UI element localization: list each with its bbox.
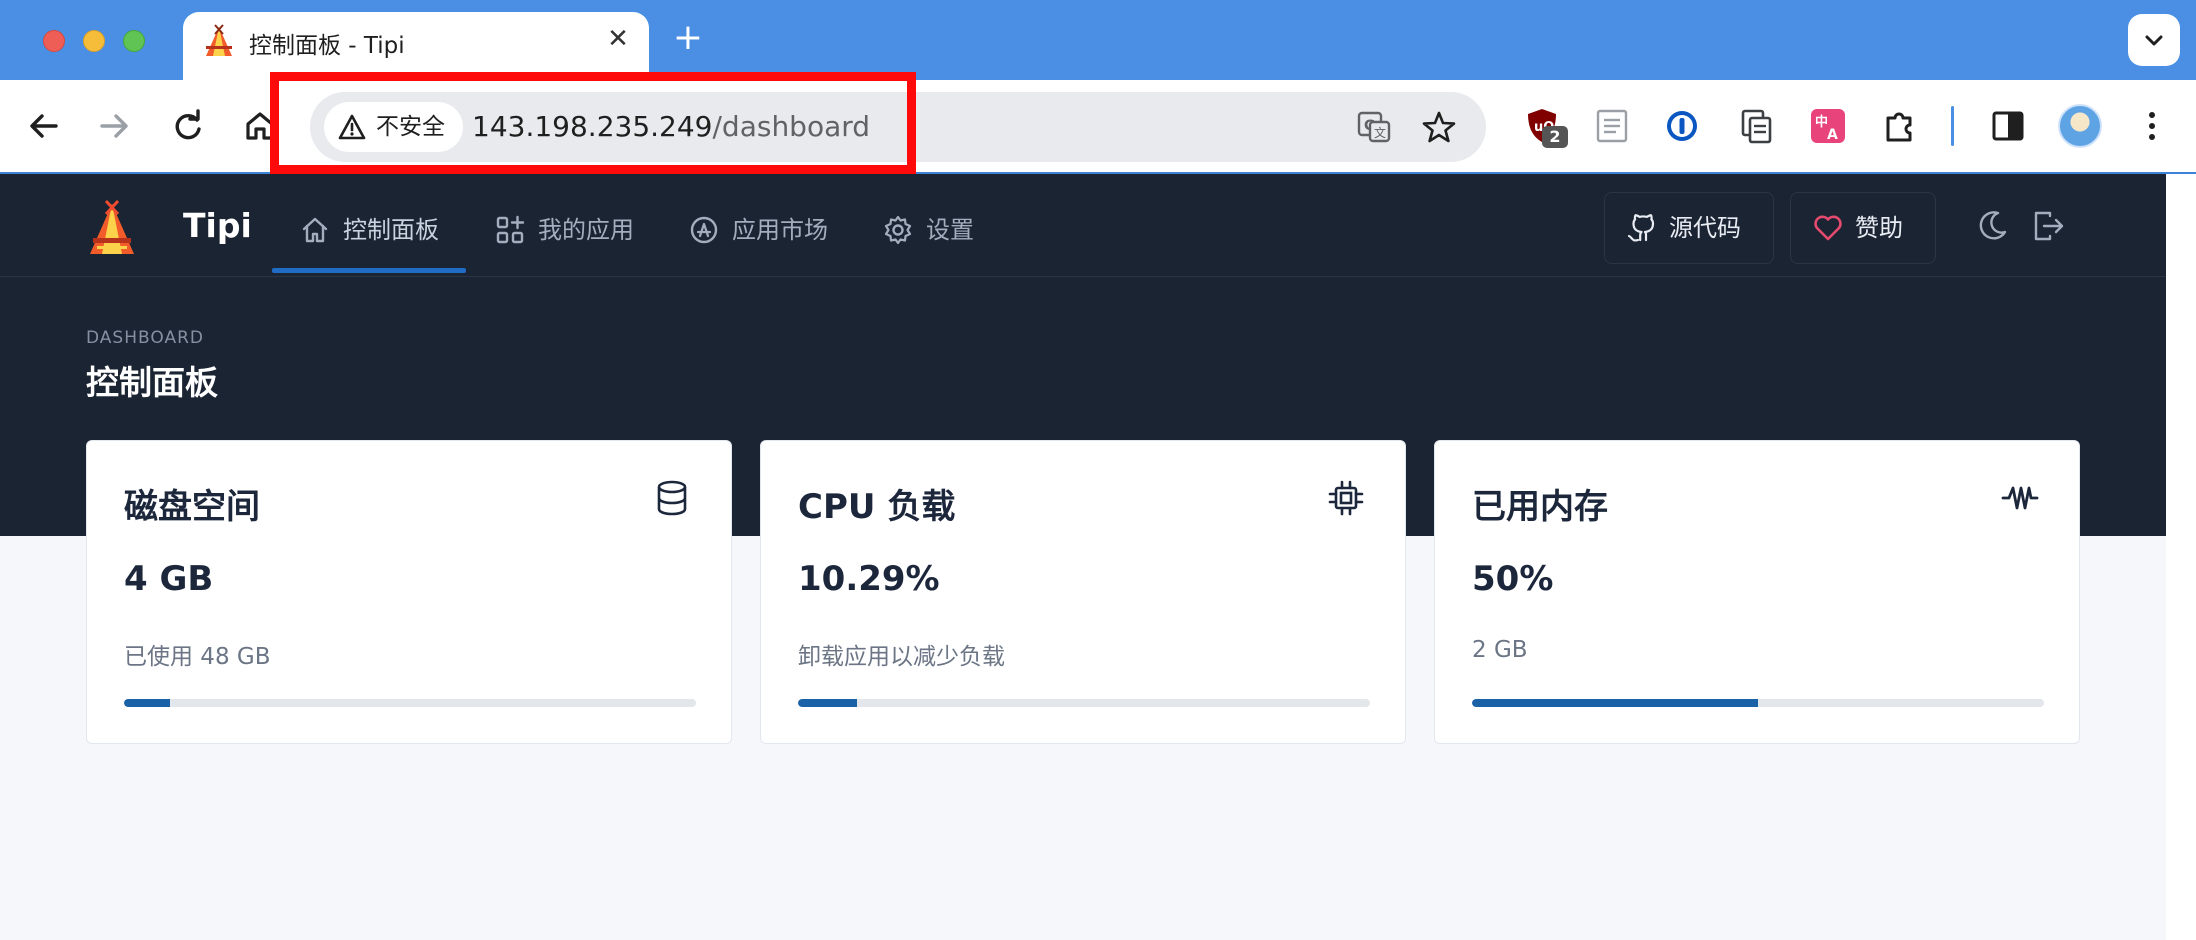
nav-settings-label: 设置 [926, 216, 974, 244]
browser-menu-button[interactable] [2132, 106, 2172, 146]
sponsor-button[interactable]: 赞助 [1790, 192, 1936, 264]
card-title: 已用内存 [1472, 487, 1608, 527]
card-subtitle: 卸载应用以减少负载 [798, 644, 1005, 670]
nav-app-store[interactable]: 应用市场 [688, 210, 828, 250]
progress-bar [798, 699, 1370, 707]
home-icon [302, 217, 328, 243]
github-icon [1627, 214, 1655, 242]
puzzle-icon [1886, 112, 1912, 142]
card-value: 4 GB [124, 559, 214, 599]
source-code-label: 源代码 [1669, 214, 1741, 242]
reader-mode-icon[interactable] [1592, 106, 1632, 146]
memory-used-card: 已用内存 50% 2 GB [1434, 440, 2080, 744]
1password-icon[interactable] [1662, 106, 1702, 146]
svg-text:文: 文 [1374, 125, 1386, 140]
apps-grid-icon [496, 215, 525, 244]
progress-bar [124, 699, 696, 707]
progress-bar [1472, 699, 2044, 707]
kebab-menu-icon [2149, 112, 2155, 140]
tipi-logo-icon[interactable] [86, 200, 138, 256]
brand-name[interactable]: Tipi [183, 206, 252, 245]
progress-fill [798, 699, 857, 707]
close-tab-icon[interactable]: ✕ [601, 22, 635, 56]
card-value: 10.29% [798, 559, 940, 599]
page-pretitle: DASHBOARD [86, 328, 204, 348]
password-manager-icon [1667, 111, 1697, 141]
address-bar[interactable]: 不安全 143.198.235.249/dashboard G文 [310, 92, 1486, 162]
profile-avatar[interactable] [2058, 104, 2102, 148]
home-button[interactable] [238, 104, 282, 148]
browser-toolbar: 不安全 143.198.235.249/dashboard G文 uO 2 中A [0, 80, 2196, 174]
progress-fill [124, 699, 170, 707]
browser-tab[interactable]: 控制面板 - Tipi ✕ [183, 12, 649, 80]
window-edge [2166, 174, 2196, 940]
translate-icon: 中A [1811, 109, 1845, 143]
forward-button[interactable] [92, 104, 136, 148]
maximize-window-button[interactable] [123, 30, 145, 52]
gear-icon [884, 215, 912, 245]
nav-settings[interactable]: 设置 [882, 210, 974, 250]
cpu-load-card: CPU 负载 10.29% 卸载应用以减少负载 [760, 440, 1406, 744]
warning-triangle-icon [338, 114, 366, 140]
new-tab-button[interactable]: + [668, 18, 708, 58]
forward-arrow-icon [100, 114, 128, 138]
minimize-window-button[interactable] [83, 30, 105, 52]
url-host: 143.198.235.249 [472, 110, 713, 143]
dark-mode-moon-icon[interactable] [1974, 208, 2010, 244]
reload-icon [175, 109, 201, 140]
nav-app-store-label: 应用市场 [732, 216, 828, 244]
url-path: /dashboard [712, 110, 871, 143]
browser-tab-strip: 控制面板 - Tipi ✕ + [0, 0, 2196, 80]
svg-text:A: A [1827, 127, 1838, 143]
close-window-button[interactable] [43, 30, 65, 52]
active-nav-indicator [272, 268, 466, 273]
card-title: CPU 负载 [798, 487, 956, 527]
activity-icon [2001, 486, 2039, 510]
nav-my-apps[interactable]: 我的应用 [494, 210, 634, 250]
card-subtitle: 已使用 48 GB [124, 644, 271, 670]
url-text[interactable]: 143.198.235.249/dashboard [472, 110, 870, 143]
home-icon [246, 112, 274, 140]
cpu-icon [1328, 480, 1364, 516]
back-arrow-icon [30, 114, 58, 138]
card-value: 50% [1472, 559, 1554, 599]
disk-space-card: 磁盘空间 4 GB 已使用 48 GB [86, 440, 732, 744]
reload-button[interactable] [166, 104, 210, 148]
nav-dashboard[interactable]: 控制面板 [299, 210, 439, 250]
back-button[interactable] [22, 104, 66, 148]
logout-icon[interactable] [2030, 208, 2066, 244]
card-subtitle: 2 GB [1472, 637, 1528, 663]
clipboard-icon[interactable] [1736, 106, 1776, 146]
tipi-logo-icon [206, 24, 232, 56]
progress-fill [1472, 699, 1758, 707]
source-code-button[interactable]: 源代码 [1604, 192, 1774, 264]
bookmark-star-icon[interactable] [1421, 109, 1457, 145]
security-label: 不安全 [376, 114, 445, 140]
translate-extension-icon[interactable]: 中A [1808, 106, 1848, 146]
nav-my-apps-label: 我的应用 [538, 216, 634, 244]
app-store-icon [690, 216, 718, 244]
extensions-puzzle-icon[interactable] [1880, 106, 1920, 146]
chevron-down-icon [2145, 35, 2163, 46]
nav-divider [0, 276, 2166, 277]
tab-title: 控制面板 - Tipi [249, 33, 405, 59]
card-title: 磁盘空间 [124, 487, 260, 527]
sponsor-label: 赞助 [1855, 214, 1903, 242]
google-translate-icon[interactable]: G文 [1356, 109, 1392, 145]
document-icon [1596, 109, 1628, 143]
ublock-origin-icon[interactable]: uO 2 [1522, 106, 1568, 148]
ublock-badge: 2 [1542, 126, 1568, 148]
nav-dashboard-label: 控制面板 [343, 216, 439, 244]
database-icon [657, 480, 687, 516]
page-title: 控制面板 [86, 363, 218, 402]
toolbar-divider [1951, 106, 1954, 146]
site-security-chip[interactable]: 不安全 [324, 102, 463, 152]
heart-icon [1814, 215, 1842, 241]
sidebar-toggle-icon [1992, 111, 2024, 141]
copy-pages-icon [1741, 109, 1772, 144]
tab-search-button[interactable] [2128, 14, 2180, 66]
side-panel-icon[interactable] [1988, 106, 2028, 146]
tipi-app: Tipi 控制面板 我的应用 应用市场 设置 源代码 赞助 DASHBOARD … [0, 174, 2166, 940]
